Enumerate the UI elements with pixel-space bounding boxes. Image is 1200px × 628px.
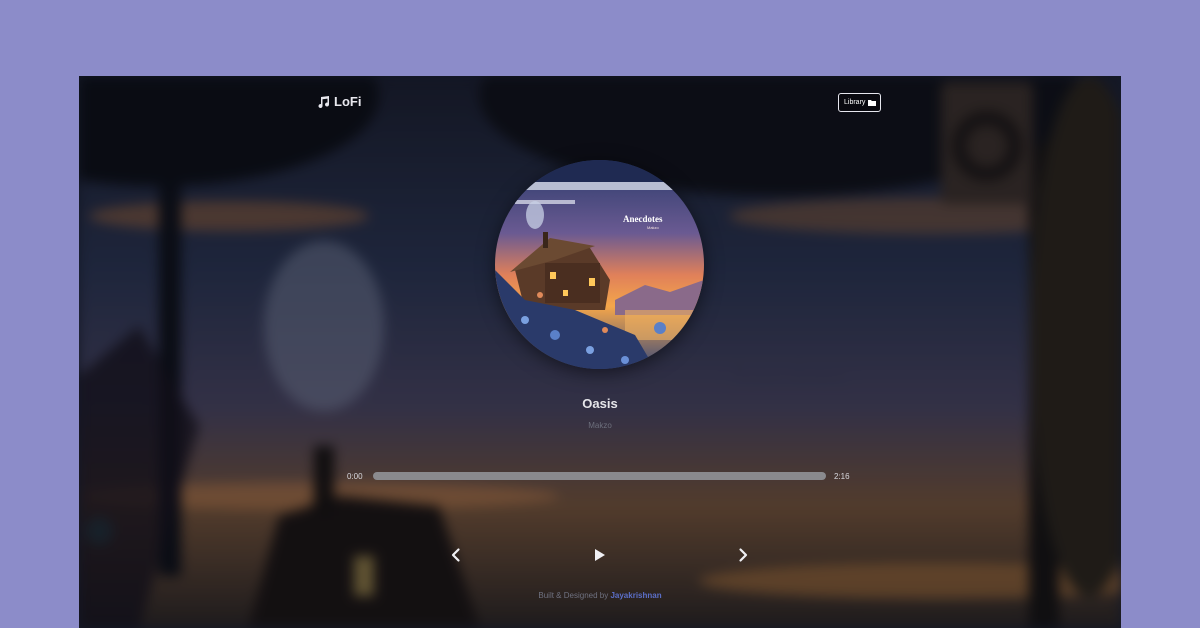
player-window: Anecdotes LoFi Library Anecdotes Makzo O… bbox=[79, 76, 1121, 628]
cover-album-artist: Makzo bbox=[647, 225, 660, 230]
music-notes-icon bbox=[318, 95, 330, 108]
footer-credit: Built & Designed by Jayakrishnan bbox=[79, 591, 1121, 600]
total-time: 2:16 bbox=[834, 472, 850, 481]
library-button[interactable]: Library bbox=[838, 93, 882, 112]
previous-button[interactable] bbox=[446, 545, 466, 565]
progress-slider[interactable] bbox=[373, 472, 826, 480]
play-icon bbox=[595, 549, 605, 561]
track-title: Oasis bbox=[582, 396, 618, 411]
brand-name: LoFi bbox=[334, 94, 362, 109]
track-artist: Makzo bbox=[588, 421, 612, 430]
author-link[interactable]: Jayakrishnan bbox=[610, 591, 661, 600]
footer-text: Built & Designed by bbox=[538, 591, 609, 600]
cover-album-title: Anecdotes bbox=[623, 214, 663, 224]
library-label: Library bbox=[844, 99, 866, 106]
brand-logo[interactable]: LoFi bbox=[317, 94, 361, 109]
album-cover: Anecdotes Makzo bbox=[495, 160, 704, 369]
top-navbar: LoFi Library bbox=[79, 76, 1121, 128]
play-button[interactable] bbox=[589, 545, 609, 565]
chevron-right-icon bbox=[739, 548, 748, 562]
current-time: 0:00 bbox=[347, 472, 363, 481]
chevron-left-icon bbox=[451, 548, 460, 562]
folder-icon bbox=[868, 100, 877, 106]
next-button[interactable] bbox=[733, 545, 753, 565]
